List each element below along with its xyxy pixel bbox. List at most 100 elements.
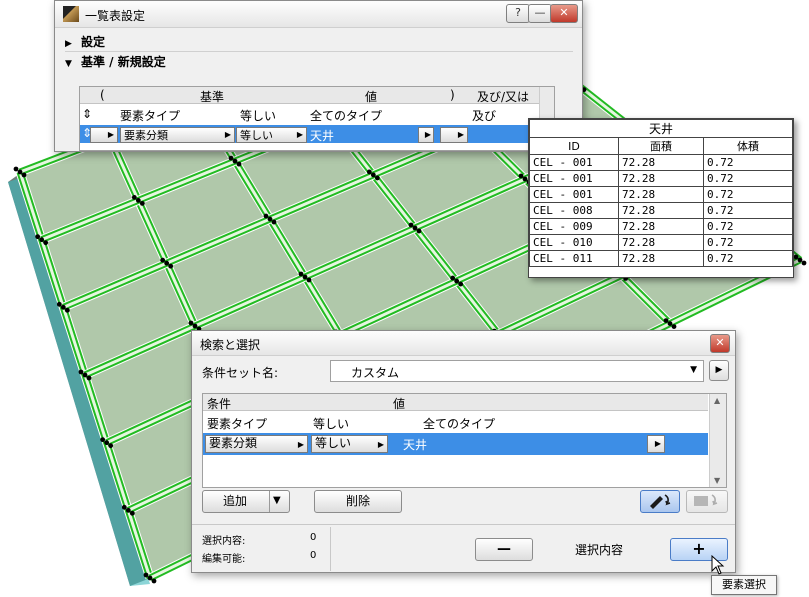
table-header-area: 面積 [618,137,704,155]
paren-open-dropdown[interactable]: ▶ [90,127,118,143]
set-name-dropdown[interactable]: カスタム ▼ [330,360,704,382]
cell-id: CEL - 001 [529,170,619,187]
criteria-row[interactable]: ⇕ 要素タイプ 等しい 全てのタイプ 及び [80,106,554,124]
mouse-cursor-icon [711,555,725,575]
grid-joint-dot [263,213,269,219]
dropdown-arrow-icon: ▶ [224,130,231,139]
settings-section-header[interactable]: ▶ 設定 [65,33,573,50]
inject-parameters-button[interactable] [686,490,728,513]
grid-joint-dot [17,169,23,175]
cell-volume: 0.72 [703,218,793,235]
grid-joint-dot [408,222,414,228]
value-text[interactable]: 天井 [310,127,334,144]
select-elements-tooltip: 要素選択 [711,575,777,595]
delete-button[interactable]: 削除 [314,490,402,513]
window-title: 一覧表設定 [85,9,146,23]
find-select-window: 検索と選択 ✕ 条件セット名: カスタム ▼ ▶ 条件 値 要素タイプ 等しい … [191,330,736,573]
element-type-dropdown[interactable]: 要素分類 ▶ [120,127,235,143]
close-icon: ✕ [559,6,569,19]
cell-volume: 0.72 [703,234,793,251]
ceiling-schedule-table: 天井 ID 面積 体積 CEL - 001 72.28 0.72 CEL - 001… [528,118,794,278]
scroll-up-icon[interactable]: ▲ [714,396,720,405]
scroll-down-icon[interactable]: ▼ [714,476,720,485]
sort-handle-icon[interactable]: ⇕ [82,107,92,121]
close-button[interactable]: ✕ [550,4,578,23]
cell-area: 72.28 [618,170,704,187]
grid-joint-dot [35,234,41,240]
cell-id: CEL - 001 [529,154,619,171]
triangle-right-icon: ▶ [65,39,72,49]
minimize-button[interactable]: — [528,4,552,23]
help-icon: ? [515,6,521,19]
dropdown-arrow-icon: ▶ [107,130,114,139]
paren-open-header: ( [100,88,105,102]
set-name-menu-button[interactable]: ▶ [709,360,729,381]
condition-grid-header: 条件 値 [203,394,708,411]
grid-joint-dot [168,263,174,269]
grid-joint-dot [267,216,273,222]
pick-parameters-button[interactable] [640,490,680,513]
table-row: CEL - 001 72.28 0.72 [529,170,793,187]
add-button[interactable]: 追加 ▼ [202,490,290,513]
dropdown-arrow-icon: ▶ [457,130,464,139]
grid-joint-dot [188,320,194,326]
and-or-dropdown[interactable]: ▶ [440,127,468,143]
criteria-section-header[interactable]: ▼ 基準 / 新規設定 [65,53,573,70]
grid-joint-dot [412,225,418,231]
grid-joint-dot [298,271,304,277]
row-value: 全てのタイプ [423,417,496,431]
grid-joint-dot [518,173,524,179]
value-dropdown[interactable]: ▶ [418,127,434,143]
dropdown-arrow-icon: ▶ [297,440,304,449]
help-button[interactable]: ? [506,4,530,23]
grid-joint-dot [129,510,135,516]
criteria-header: 基準 [200,90,225,104]
table-row: CEL - 010 72.28 0.72 [529,234,793,251]
grid-joint-dot [64,307,70,313]
editable-count-label: 編集可能: [202,554,246,565]
grid-joint-dot [131,195,137,200]
cell-id: CEL - 009 [529,218,619,235]
grid-joint-dot [236,161,242,167]
archicad-app-icon [63,6,79,22]
criteria-grid-header: ( 基準 値 ) 及び/又は [80,87,554,104]
cell-volume: 0.72 [703,154,793,171]
grid-joint-dot [164,260,170,266]
grid-joint-dot [458,281,464,287]
row-element-type: 要素タイプ [120,109,181,123]
grid-joint-dot [663,318,669,323]
table-row: CEL - 008 72.28 0.72 [529,202,793,219]
condition-scrollbar[interactable]: ▲ ▼ [709,394,726,487]
condition-row-selected[interactable]: 要素分類 ▶ 等しい ▶ 天井 ▶ [203,433,708,455]
triangle-down-icon: ▼ [65,59,72,69]
value-dropdown[interactable]: ▶ [647,435,665,453]
dropdown-arrow-icon: ▶ [296,130,303,139]
eyedropper-icon [650,494,671,509]
element-type-value: 要素分類 [124,129,168,142]
deselect-button[interactable]: — [475,538,533,561]
close-button[interactable]: ✕ [710,334,730,353]
criteria-row-selected[interactable]: ⇕ ▶ 要素分類 ▶ 等しい ▶ 天井 ▶ ▶ [80,125,554,143]
grid-joint-dot [21,172,27,178]
table-header-volume: 体積 [703,137,793,155]
grid-joint-dot [306,277,312,283]
grid-joint-dot [43,240,49,246]
value-text[interactable]: 天井 [403,436,427,453]
operator-value: 等しい [240,129,273,142]
table-row: CEL - 009 72.28 0.72 [529,218,793,235]
minus-icon: — [497,541,511,557]
grid-joint-dot [121,504,127,510]
list-settings-titlebar[interactable]: 一覧表設定 ? — ✕ [55,1,582,28]
selected-count-value: 0 [310,532,317,543]
grid-joint-dot [56,301,62,307]
operator-dropdown[interactable]: 等しい ▶ [311,435,388,453]
add-button-label: 追加 [222,494,247,508]
selected-count-label: 選択内容: [202,536,246,547]
operator-dropdown[interactable]: 等しい ▶ [236,127,307,143]
condition-row[interactable]: 要素タイプ 等しい 全てのタイプ [203,413,708,431]
find-select-titlebar[interactable]: 検索と選択 ✕ [192,331,735,356]
grid-joint-dot [143,572,149,578]
element-type-dropdown[interactable]: 要素分類 ▶ [205,435,308,453]
divider [330,527,331,571]
dropdown-arrow-icon: ▶ [424,130,431,139]
